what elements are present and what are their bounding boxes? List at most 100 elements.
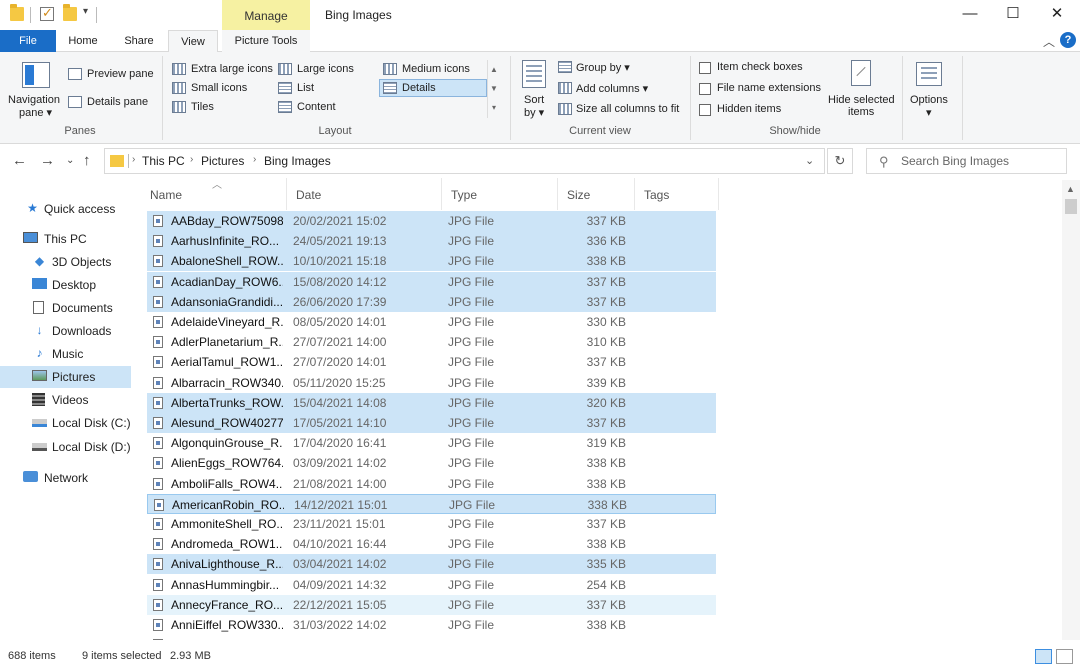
list-option[interactable]: List: [297, 82, 314, 94]
preview-pane-button[interactable]: Preview pane: [87, 68, 154, 80]
details-option[interactable]: Details: [402, 82, 436, 94]
expand-gallery-icon[interactable]: ▾: [488, 98, 500, 117]
nav-item-documents[interactable]: Documents: [0, 297, 131, 319]
table-row[interactable]: Alesund_ROW40277... 17/05/2021 14:10 JPG F…: [147, 413, 716, 433]
table-row[interactable]: Andromeda_ROW1... 04/10/2021 16:44 JPG Fil…: [147, 534, 716, 554]
hidden-items-checkbox[interactable]: [699, 104, 711, 116]
table-row[interactable]: AnnecyFrance_RO... 22/12/2021 15:05 JPG Fi…: [147, 594, 716, 615]
table-row[interactable]: AABday_ROW75098... 20/02/2021 15:02 JPG Fi…: [147, 211, 716, 231]
table-row[interactable]: AlgonquinGrouse_R... 17/04/2020 16:41 JPG …: [147, 433, 716, 453]
search-box[interactable]: ⚲: [866, 148, 1067, 174]
tiles-option[interactable]: Tiles: [191, 101, 214, 113]
table-row[interactable]: Albarracin_ROW340... 05/11/2020 15:25 JPG …: [147, 373, 716, 393]
options-button[interactable]: Options: [910, 94, 948, 106]
vertical-scrollbar[interactable]: ▲: [1062, 180, 1080, 640]
table-row[interactable]: AdansoniaGrandidi... 26/06/2020 17:39 JPG …: [147, 291, 716, 312]
column-divider[interactable]: [718, 178, 719, 210]
sort-by-dropdown[interactable]: by ▾: [524, 106, 544, 119]
nav-item-videos[interactable]: Videos: [0, 389, 131, 411]
breadcrumb-bing-images[interactable]: Bing Images: [264, 154, 331, 168]
table-row[interactable]: AbaloneShell_ROW... 10/10/2021 15:18 JPG F…: [147, 251, 716, 272]
column-header-size[interactable]: Size: [557, 178, 634, 210]
up-arrow-icon[interactable]: ↑: [83, 152, 91, 169]
nav-item-this-pc[interactable]: This PC: [0, 228, 131, 250]
nav-item-network[interactable]: Network: [0, 467, 131, 489]
table-row[interactable]: AnnularEclipse_RO... 10/06/2021 14:02 JPG …: [147, 635, 716, 640]
tab-picture-tools[interactable]: Picture Tools: [222, 30, 310, 52]
navigation-pane-dropdown[interactable]: pane ▾: [19, 106, 52, 119]
address-bar[interactable]: › This PC › Pictures › Bing Images ⌄: [104, 148, 825, 174]
tab-share[interactable]: Share: [112, 30, 166, 52]
column-header-name[interactable]: ︿ Name: [140, 178, 286, 210]
add-columns-button[interactable]: Add columns ▾: [576, 82, 648, 95]
close-button[interactable]: ✕: [1042, 2, 1072, 26]
table-row[interactable]: AdlerPlanetarium_R... 27/07/2021 14:00 JPG…: [147, 332, 716, 352]
table-row[interactable]: AnivaLighthouse_R... 03/04/2021 14:02 JPG …: [147, 554, 716, 575]
table-row[interactable]: AmmoniteShell_RO... 23/11/2021 15:01 JPG F…: [147, 514, 716, 534]
extra-large-icons-option[interactable]: Extra large icons: [191, 63, 273, 75]
scroll-up-icon[interactable]: ▲: [1066, 184, 1075, 194]
nav-item-downloads[interactable]: ↓ Downloads: [0, 320, 131, 342]
refresh-button[interactable]: ↻: [827, 148, 853, 174]
chevron-right-icon[interactable]: ›: [132, 154, 135, 165]
nav-item-quick-access[interactable]: ★ Quick access: [0, 198, 131, 220]
group-by-button[interactable]: Group by ▾: [576, 61, 630, 74]
nav-item-music[interactable]: ♪ Music: [0, 343, 131, 365]
table-row[interactable]: AdelaideVineyard_R... 08/05/2020 14:01 JPG…: [147, 312, 716, 332]
nav-item-local-disk-d[interactable]: Local Disk (D:): [0, 436, 131, 458]
hide-selected-label-2[interactable]: items: [848, 106, 874, 118]
hide-selected-button[interactable]: Hide selected: [828, 94, 895, 106]
options-dropdown-icon[interactable]: ▾: [926, 106, 932, 119]
table-row[interactable]: AmericanRobin_RO... 14/12/2021 15:01 JPG F…: [147, 493, 716, 514]
table-row[interactable]: AnniEiffel_ROW330... 31/03/2022 14:02 JPG …: [147, 615, 716, 635]
table-row[interactable]: AlbertaTrunks_ROW... 15/04/2021 14:08 JPG …: [147, 392, 716, 413]
properties-icon[interactable]: [40, 5, 54, 21]
column-header-tags[interactable]: Tags: [634, 178, 718, 210]
folder-icon[interactable]: [10, 4, 24, 21]
navigation-pane-button[interactable]: Navigation: [8, 94, 60, 106]
size-all-columns-button[interactable]: Size all columns to fit: [576, 103, 679, 115]
scrollbar-thumb[interactable]: [1065, 199, 1077, 214]
details-pane-button[interactable]: Details pane: [87, 96, 148, 108]
forward-arrow-icon[interactable]: →: [40, 152, 55, 169]
table-row[interactable]: AmboliFalls_ROW4... 21/08/2021 14:00 JPG F…: [147, 474, 716, 494]
column-header-date[interactable]: Date: [286, 178, 441, 210]
help-icon[interactable]: ?: [1060, 32, 1076, 48]
layout-gallery-scroll[interactable]: ▲ ▼ ▾: [487, 60, 500, 118]
manage-tab[interactable]: Manage: [222, 0, 310, 30]
minimize-button[interactable]: —: [955, 2, 985, 26]
nav-item-3d-objects[interactable]: ◆ 3D Objects: [0, 251, 131, 273]
breadcrumb-pictures[interactable]: Pictures: [201, 154, 244, 168]
table-row[interactable]: AerialTamul_ROW1... 27/07/2020 14:01 JPG F…: [147, 352, 716, 372]
small-icons-option[interactable]: Small icons: [191, 82, 247, 94]
sort-by-button[interactable]: Sort: [524, 94, 544, 106]
medium-icons-option[interactable]: Medium icons: [402, 63, 470, 75]
recent-locations-icon[interactable]: ⌄: [66, 155, 74, 166]
nav-item-desktop[interactable]: Desktop: [0, 274, 131, 296]
chevron-right-icon[interactable]: ›: [253, 154, 256, 165]
back-arrow-icon[interactable]: ←: [12, 152, 27, 169]
nav-item-local-disk-c[interactable]: Local Disk (C:): [0, 412, 131, 434]
tab-view[interactable]: View: [168, 30, 218, 53]
tab-home[interactable]: Home: [56, 30, 110, 52]
nav-item-pictures[interactable]: Pictures: [0, 366, 131, 388]
details-view-button[interactable]: [1035, 649, 1052, 664]
maximize-button[interactable]: ☐: [998, 2, 1028, 26]
column-header-type[interactable]: Type: [441, 178, 557, 210]
table-row[interactable]: AcadianDay_ROW6... 15/08/2020 14:12 JPG Fi…: [147, 271, 716, 292]
table-row[interactable]: AnnasHummingbir... 04/09/2021 14:32 JPG Fi…: [147, 575, 716, 595]
tab-file[interactable]: File: [0, 30, 56, 52]
breadcrumb-this-pc[interactable]: This PC: [142, 154, 185, 168]
chevron-right-icon[interactable]: ›: [190, 154, 193, 165]
search-input[interactable]: [901, 153, 1061, 169]
scroll-up-icon[interactable]: ▲: [488, 60, 500, 79]
content-option[interactable]: Content: [297, 101, 336, 113]
table-row[interactable]: AarhusInfinite_RO... 24/05/2021 19:13 JPG …: [147, 231, 716, 252]
collapse-ribbon-icon[interactable]: ︿: [1043, 33, 1055, 50]
large-icons-option[interactable]: Large icons: [297, 63, 354, 75]
address-dropdown-icon[interactable]: ⌄: [805, 154, 814, 167]
scroll-down-icon[interactable]: ▼: [488, 79, 500, 98]
large-icons-view-button[interactable]: [1056, 649, 1073, 664]
new-folder-icon[interactable]: [63, 4, 77, 21]
quick-access-dropdown-icon[interactable]: ▾: [83, 6, 88, 17]
